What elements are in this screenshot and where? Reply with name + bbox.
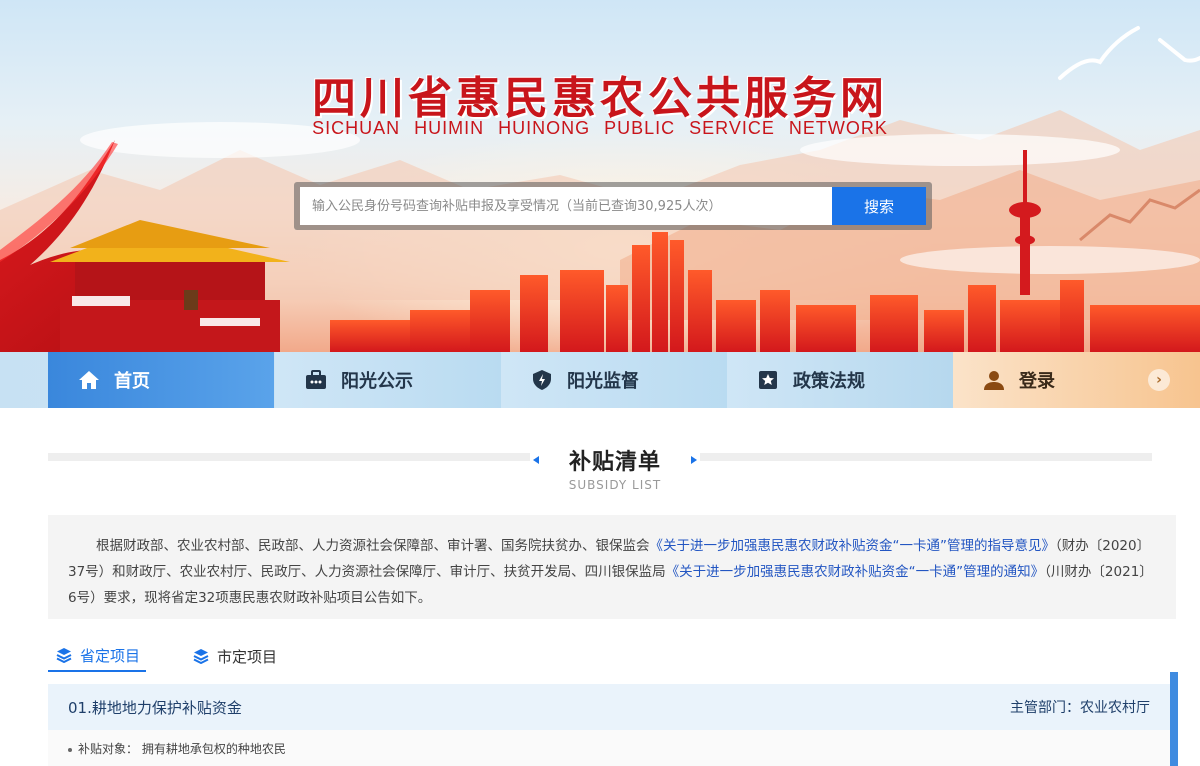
section-title: 补贴清单 <box>568 450 661 475</box>
intro-paragraph: 根据财政部、农业农村部、民政部、人力资源社会保障部、审计署、国务院扶贫办、银保监… <box>48 515 1176 619</box>
project-target: 补贴对象： 拥有耕地承包权的种地农民 <box>78 742 286 756</box>
user-icon <box>981 367 1007 393</box>
project-header[interactable]: 01.耕地地力保护补贴资金 主管部门：农业农村厅 <box>48 684 1170 730</box>
tab-label-provincial: 省定项目 <box>80 646 141 665</box>
scrollbar[interactable] <box>1170 672 1178 766</box>
search-button[interactable]: 搜索 <box>832 187 926 225</box>
intro-text-1: 根据财政部、农业农村部、民政部、人力资源社会保障部、审计署、国务院扶贫办、银保监… <box>96 538 650 554</box>
header-banner: 四川省惠民惠农公共服务网 SICHUAN HUIMIN HUINONG PUBL… <box>0 0 1200 352</box>
nav-label-login: 登录 <box>1019 371 1055 392</box>
project-tabs: 省定项目 市定项目 <box>48 640 1176 672</box>
project-details: 补贴对象： 拥有耕地承包权的种地农民 <box>48 730 1170 766</box>
layers-icon <box>56 647 72 663</box>
layers-icon <box>193 648 209 664</box>
home-icon <box>76 367 102 393</box>
triangle-right-icon <box>691 456 697 464</box>
nav-item-policy[interactable]: 政策法规 <box>727 352 953 408</box>
nav-label-policy: 政策法规 <box>793 371 865 392</box>
site-title: 四川省惠民惠农公共服务网 <box>312 73 888 124</box>
briefcase-icon <box>303 367 329 393</box>
nav-label-public-notice: 阳光公示 <box>341 371 413 392</box>
policy-link-2[interactable]: 《关于进一步加强惠民惠农财政补贴资金“一卡通”管理的通知》 <box>666 564 1045 580</box>
tab-label-city: 市定项目 <box>217 647 278 666</box>
star-box-icon <box>755 367 781 393</box>
project-department: 主管部门：农业农村厅 <box>1010 700 1150 716</box>
section-header: 补贴清单 SUBSIDY LIST <box>530 440 700 492</box>
shield-icon <box>529 367 555 393</box>
chevron-right-icon[interactable]: › <box>1148 369 1170 391</box>
bullet-icon <box>68 747 72 752</box>
nav-item-home[interactable]: 首页 <box>48 352 274 408</box>
project-name: 01.耕地地力保护补贴资金 <box>68 698 242 717</box>
main-nav: 首页 阳光公示 阳光监督 政策法规 登录 › <box>0 352 1200 408</box>
site-subtitle: SICHUAN HUIMIN HUINONG PUBLIC SERVICE NE… <box>312 118 888 138</box>
section-subtitle: SUBSIDY LIST <box>568 478 662 492</box>
project-card: 01.耕地地力保护补贴资金 主管部门：农业农村厅 补贴对象： 拥有耕地承包权的种… <box>48 684 1170 766</box>
nav-item-supervision[interactable]: 阳光监督 <box>501 352 727 408</box>
tab-city-projects[interactable]: 市定项目 <box>193 640 277 672</box>
nav-label-home: 首页 <box>114 371 150 392</box>
banner-illustration <box>0 26 1200 352</box>
nav-item-public-notice[interactable]: 阳光公示 <box>275 352 501 408</box>
nav-label-supervision: 阳光监督 <box>567 371 639 392</box>
nav-item-login[interactable]: 登录 › <box>953 352 1200 408</box>
id-search-input[interactable] <box>300 187 832 225</box>
triangle-left-icon <box>533 456 539 464</box>
tab-provincial-projects[interactable]: 省定项目 <box>48 640 146 672</box>
policy-link-1[interactable]: 《关于进一步加强惠民惠农财政补贴资金“一卡通”管理的指导意见》 <box>650 538 1056 554</box>
search-bar: 搜索 <box>294 182 932 230</box>
